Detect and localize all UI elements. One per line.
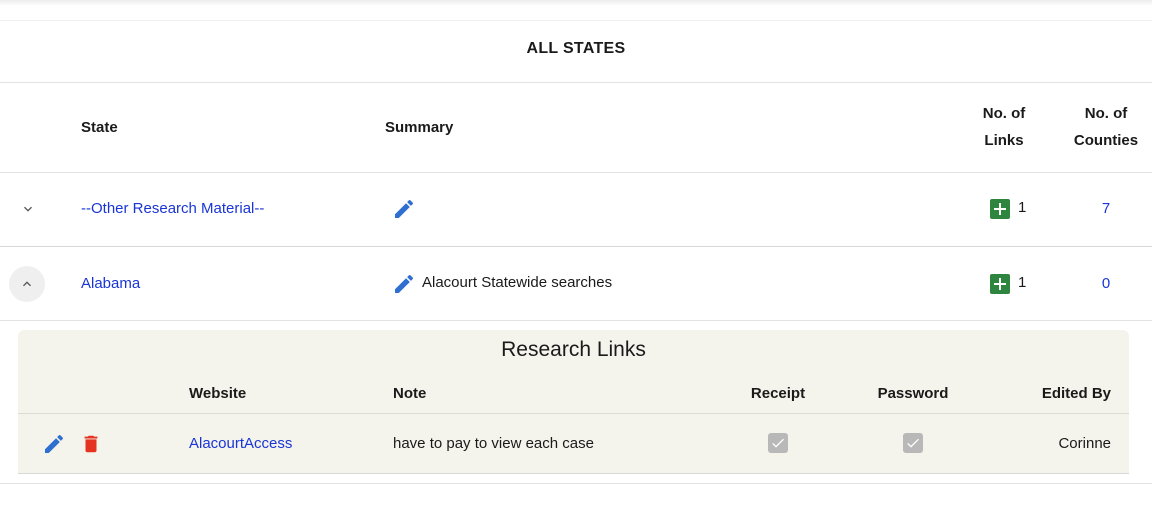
add-link-button[interactable] <box>990 274 1010 294</box>
header-links-line2: Links <box>984 132 1024 149</box>
checkbox-checked-icon <box>772 438 784 448</box>
chevron-down-icon <box>24 206 32 212</box>
expand-row-button[interactable] <box>10 191 46 227</box>
receipt-checkbox[interactable] <box>768 433 788 453</box>
edit-summary-button[interactable] <box>392 197 416 221</box>
header-password: Password <box>877 385 949 402</box>
header-counties-line1: No. of <box>1084 105 1128 122</box>
top-shadow <box>0 0 1152 6</box>
pencil-icon <box>395 199 414 218</box>
header-no-of-counties: No. of Counties <box>1061 100 1151 154</box>
add-link-button[interactable] <box>990 199 1010 219</box>
counties-count-link[interactable]: 0 <box>1061 274 1151 294</box>
header-counties-line2: Counties <box>1073 132 1139 149</box>
top-divider <box>0 20 1152 21</box>
plus-icon <box>994 278 1006 290</box>
page-title: ALL STATES <box>526 40 626 57</box>
header-note: Note <box>393 385 427 402</box>
divider <box>18 473 1129 474</box>
website-link[interactable]: AlacourtAccess <box>189 434 292 454</box>
summary-text: Alacourt Statewide searches <box>422 274 613 291</box>
collapse-row-button[interactable] <box>9 266 45 302</box>
note-text: have to pay to view each case <box>393 435 594 452</box>
header-state: State <box>81 119 118 136</box>
header-summary: Summary <box>385 119 454 136</box>
divider <box>0 246 1152 247</box>
edited-by-text: Corinne <box>1058 435 1111 452</box>
divider <box>18 413 1129 414</box>
trash-icon <box>84 435 98 453</box>
delete-link-button[interactable] <box>79 432 103 456</box>
research-links-title: Research Links <box>501 338 646 361</box>
pencil-icon <box>395 274 414 293</box>
header-links-line1: No. of <box>982 105 1026 122</box>
pencil-icon <box>45 434 64 453</box>
divider <box>0 82 1152 83</box>
chevron-up-icon <box>23 281 31 287</box>
links-count: 1 <box>1018 199 1027 216</box>
divider <box>0 320 1152 321</box>
edit-summary-button[interactable] <box>392 272 416 296</box>
header-receipt: Receipt <box>750 385 806 402</box>
header-edited-by: Edited By <box>1041 385 1111 402</box>
header-no-of-links: No. of Links <box>964 100 1044 154</box>
divider <box>0 483 1152 484</box>
password-checkbox[interactable] <box>903 433 923 453</box>
state-link[interactable]: Alabama <box>81 274 140 294</box>
plus-icon <box>994 203 1006 215</box>
state-link[interactable]: --Other Research Material-- <box>81 199 264 219</box>
research-links-panel: Research Links Website Note Receipt Pass… <box>18 330 1129 474</box>
header-website: Website <box>189 385 247 402</box>
links-count: 1 <box>1018 274 1027 291</box>
counties-count-link[interactable]: 7 <box>1061 199 1151 219</box>
divider <box>0 172 1152 173</box>
checkbox-checked-icon <box>907 438 919 448</box>
edit-link-button[interactable] <box>42 432 66 456</box>
